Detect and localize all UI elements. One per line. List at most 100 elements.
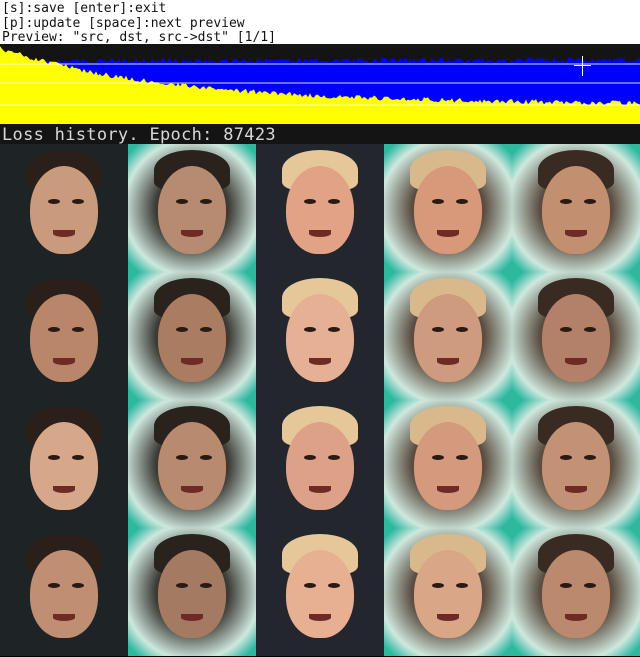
face-eye [328,327,340,332]
face-skin [30,166,98,254]
face-eye [176,327,188,332]
face-eye [328,199,340,204]
face-eye [456,199,468,204]
face-eye [560,455,572,460]
face-mouth [53,230,75,237]
face-skin [286,166,354,254]
help-line-update-next: [p]:update [space]:next preview [2,16,245,31]
face-mouth [53,614,75,621]
preview-face-tile [512,400,640,528]
face-eye [456,583,468,588]
face-eye [584,327,596,332]
face-eye [72,199,84,204]
preview-face-tile [384,400,512,528]
face-skin [542,294,610,382]
preview-face-tile [0,400,128,528]
face-mouth [437,358,459,365]
preview-face-tile [384,272,512,400]
face-eye [560,199,572,204]
face-eye [48,199,60,204]
face-eye [432,583,444,588]
face-eye [72,327,84,332]
face-skin [542,550,610,638]
help-line-save-exit: [s]:save [enter]:exit [2,1,167,16]
graph-cursor-vertical [582,56,583,76]
face-eye [560,583,572,588]
face-mouth [565,486,587,493]
face-eye [584,455,596,460]
face-skin [30,422,98,510]
preview-face-tile [0,272,128,400]
preview-face-tile [384,144,512,272]
preview-face-grid [0,144,640,657]
face-skin [30,550,98,638]
face-mouth [181,230,203,237]
face-eye [48,455,60,460]
face-eye [72,583,84,588]
face-mouth [437,230,459,237]
face-mouth [437,614,459,621]
face-skin [542,166,610,254]
face-eye [584,583,596,588]
face-eye [200,327,212,332]
face-eye [456,327,468,332]
epoch-status-text: Loss history. Epoch: 87423 [2,125,276,145]
preview-face-tile [512,272,640,400]
face-eye [176,455,188,460]
face-eye [432,199,444,204]
face-eye [304,583,316,588]
face-mouth [53,486,75,493]
loss-history-graph [0,44,640,124]
preview-face-tile [0,144,128,272]
help-line-preview-name: Preview: "src, dst, src->dst" [1/1] [2,30,276,45]
loss-history-plot [0,46,640,124]
face-eye [304,199,316,204]
face-skin [414,294,482,382]
face-mouth [309,614,331,621]
face-mouth [437,486,459,493]
face-mouth [309,486,331,493]
face-mouth [565,230,587,237]
face-eye [328,583,340,588]
face-eye [176,583,188,588]
preview-face-tile [128,272,256,400]
face-eye [304,327,316,332]
face-eye [48,583,60,588]
face-mouth [565,614,587,621]
face-skin [414,166,482,254]
face-skin [414,550,482,638]
preview-face-tile [256,272,384,400]
face-mouth [53,358,75,365]
preview-face-tile [256,144,384,272]
keyboard-help-panel: [s]:save [enter]:exit [p]:update [space]… [0,0,640,45]
preview-face-tile [512,528,640,656]
face-skin [286,422,354,510]
face-skin [30,294,98,382]
face-eye [560,327,572,332]
preview-face-tile [512,144,640,272]
preview-face-tile [128,144,256,272]
face-mouth [181,614,203,621]
face-eye [200,583,212,588]
face-eye [584,199,596,204]
face-skin [158,550,226,638]
face-eye [200,455,212,460]
face-skin [158,422,226,510]
graph-cursor-horizontal [574,65,591,66]
face-eye [48,327,60,332]
face-eye [176,199,188,204]
face-eye [328,455,340,460]
face-mouth [565,358,587,365]
face-eye [456,455,468,460]
face-skin [286,294,354,382]
preview-face-tile [256,400,384,528]
face-eye [304,455,316,460]
preview-face-tile [384,528,512,656]
preview-face-tile [128,400,256,528]
face-skin [542,422,610,510]
face-skin [286,550,354,638]
face-skin [414,422,482,510]
face-eye [432,327,444,332]
face-skin [158,166,226,254]
preview-face-tile [128,528,256,656]
